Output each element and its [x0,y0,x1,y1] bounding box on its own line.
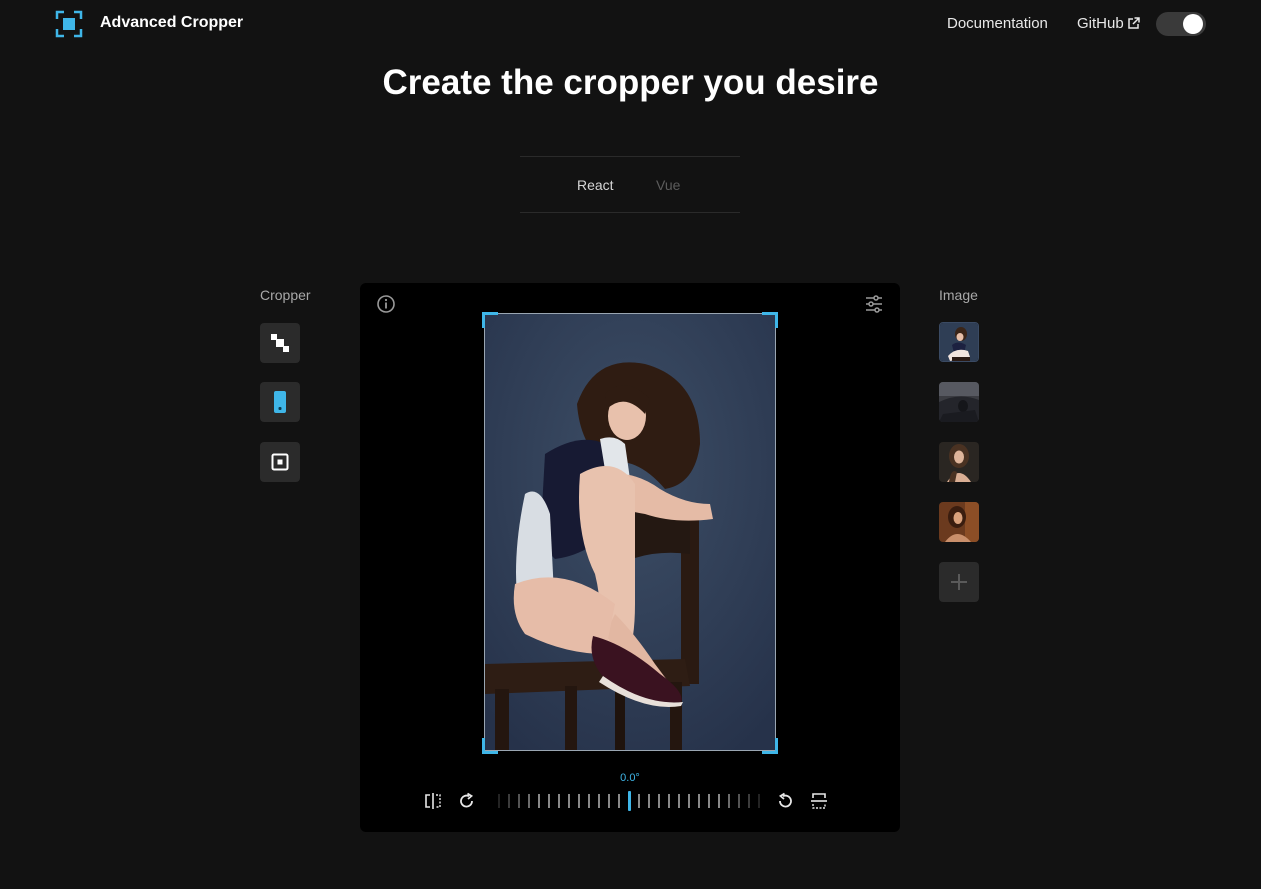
rotation-tick [558,794,560,808]
toggle-knob [1183,14,1203,34]
tab-vue[interactable]: Vue [656,177,680,193]
image-thumbnail-3[interactable] [939,442,979,482]
brand-name[interactable]: Advanced Cropper [100,14,243,32]
info-icon[interactable] [376,294,396,314]
rotation-tick [598,794,600,808]
thumbnail-photo-3 [939,442,979,482]
rotation-tick [578,794,580,808]
nav-github[interactable]: GitHub [1077,15,1140,32]
crop-handle-top-left[interactable] [482,312,498,328]
mobile-cropper-icon [274,391,286,413]
flip-vertical-icon[interactable] [810,792,828,810]
crop-area[interactable] [484,313,776,751]
rotation-tick [678,794,680,808]
cropper-option-fixed[interactable] [260,442,300,482]
crop-handle-bottom-left[interactable] [482,738,498,754]
thumbnail-photo-2 [939,382,979,422]
rotation-tick [758,794,760,808]
external-link-icon [1127,17,1140,29]
plus-icon [951,574,967,590]
crop-handle-bottom-right[interactable] [762,738,778,754]
image-thumbnail-2[interactable] [939,382,979,422]
page-title: Create the cropper you desire [382,63,879,102]
rotation-tick [608,794,610,808]
image-thumbnail-4[interactable] [939,502,979,542]
crop-handle-top-right[interactable] [762,312,778,328]
rotation-tick [748,794,750,808]
rotation-tick [638,794,640,808]
add-image-button[interactable] [939,562,979,602]
cropper-label: Cropper [260,287,311,303]
rotation-tick [618,794,620,808]
rotation-tick [658,794,660,808]
nav-github-label: GitHub [1077,15,1124,32]
nav-documentation[interactable]: Documentation [947,15,1048,32]
rotation-indicator[interactable] [628,791,631,811]
theme-toggle[interactable] [1156,12,1206,36]
fixed-cropper-icon [271,453,289,471]
rotation-value: 0.0° [620,772,640,784]
cropper-option-mobile[interactable] [260,382,300,422]
thumbnail-photo-4 [939,502,979,542]
thumbnail-photo-1 [940,323,978,361]
rotation-slider[interactable] [498,791,762,811]
rotation-tick [548,794,550,808]
rotation-tick [648,794,650,808]
editor-photo [485,314,775,750]
tab-react[interactable]: React [577,177,614,193]
cropper-option-default[interactable] [260,323,300,363]
rotation-tick [508,794,510,808]
rotation-tick [518,794,520,808]
cropper-editor: 0.0° [360,283,900,832]
image-thumbnail-1[interactable] [939,322,979,362]
header: Advanced Cropper Documentation GitHub [0,0,1261,48]
rotation-tick [708,794,710,808]
rotation-tick [728,794,730,808]
rotation-tick [588,794,590,808]
image-label: Image [939,287,978,303]
page: Advanced Cropper Documentation GitHub Cr… [0,0,1261,889]
rotation-tick [738,794,740,808]
rotation-tick [698,794,700,808]
logo-icon[interactable] [55,10,83,38]
flip-horizontal-icon[interactable] [424,792,442,810]
rotation-tick [498,794,500,808]
adjustments-icon[interactable] [864,294,884,314]
rotation-tick [668,794,670,808]
rotation-tick [568,794,570,808]
rotation-tick [538,794,540,808]
crop-rect-icon [271,334,289,352]
rotation-tick [718,794,720,808]
rotate-left-icon[interactable] [776,792,794,810]
rotation-tick [688,794,690,808]
rotate-right-icon[interactable] [458,792,476,810]
rotation-tick [528,794,530,808]
framework-tabs: React Vue [520,156,740,213]
